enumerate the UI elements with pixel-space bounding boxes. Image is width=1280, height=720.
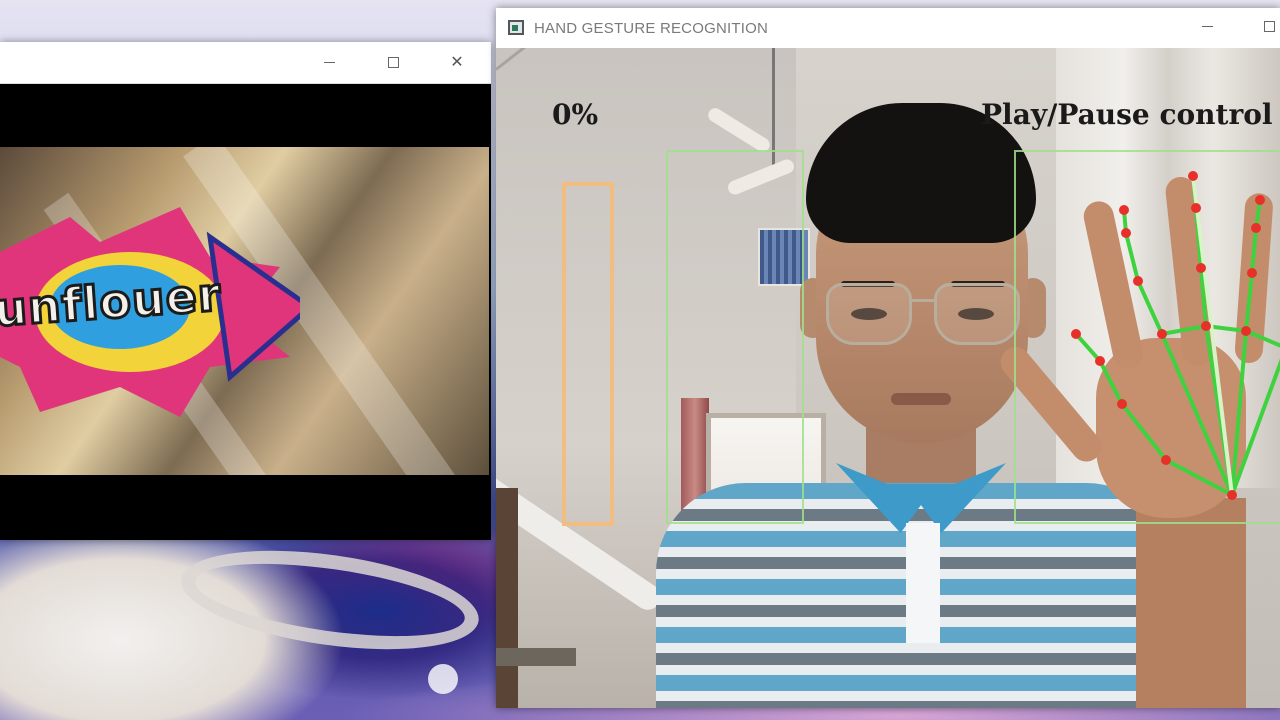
maximize-icon[interactable] xyxy=(382,52,404,74)
minimize-icon[interactable] xyxy=(318,52,340,74)
player-titlebar[interactable]: ✕ xyxy=(0,42,491,84)
maximize-icon[interactable] xyxy=(1258,16,1280,38)
gesture-titlebar[interactable]: HAND GESTURE RECOGNITION xyxy=(496,8,1280,48)
window-title: HAND GESTURE RECOGNITION xyxy=(534,20,768,37)
landmark-line-palm xyxy=(1160,323,1280,348)
gesture-recognition-window: HAND GESTURE RECOGNITION 0% Play/Pause c… xyxy=(496,8,1280,708)
hand-landmark-skeleton xyxy=(1071,171,1280,500)
app-window-icon xyxy=(508,20,524,35)
close-icon[interactable]: ✕ xyxy=(446,52,468,74)
landmark-connections xyxy=(1074,174,1280,497)
landmark-line-ring xyxy=(1230,198,1262,497)
wallpaper-decoration xyxy=(428,664,458,694)
minimize-icon[interactable] xyxy=(1196,16,1218,38)
webcam-feed: 0% Play/Pause control xyxy=(496,48,1280,708)
video-player-window: ✕ unflouer xyxy=(0,42,491,540)
video-frame[interactable]: unflouer xyxy=(0,147,489,475)
